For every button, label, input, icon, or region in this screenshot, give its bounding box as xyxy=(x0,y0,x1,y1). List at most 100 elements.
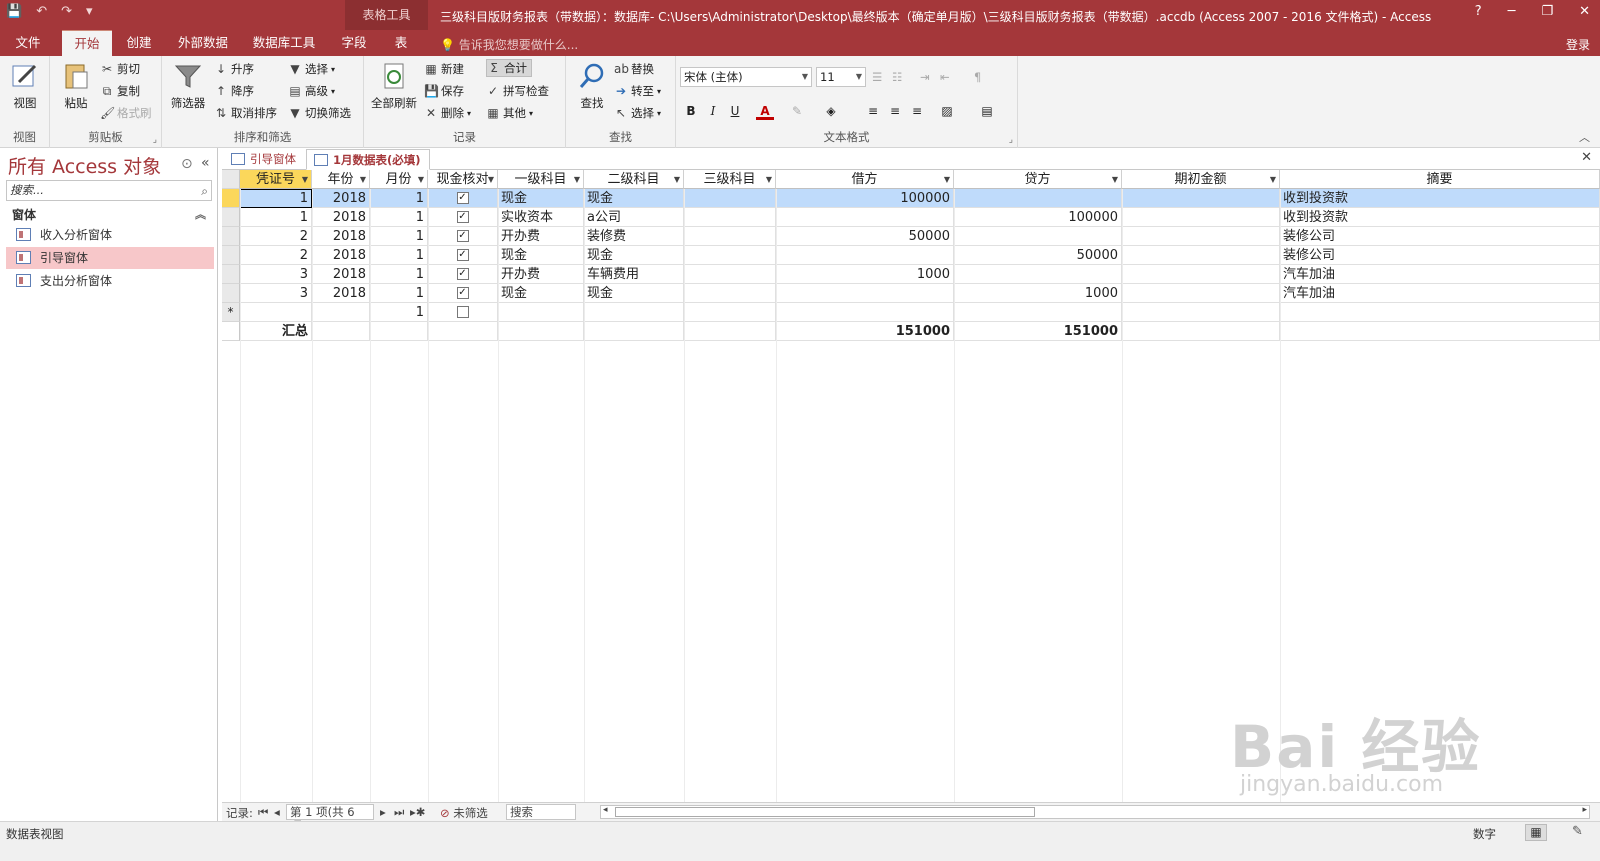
scrollbar-thumb[interactable] xyxy=(615,807,1035,817)
table-cell[interactable]: 收到投资款 xyxy=(1280,208,1600,227)
table-cell[interactable]: 1 xyxy=(370,284,428,303)
table-cell[interactable] xyxy=(498,303,584,322)
table-cell[interactable] xyxy=(1122,303,1280,322)
table-cell[interactable]: 1 xyxy=(370,246,428,265)
doc-tab-guide-form[interactable]: 引导窗体 xyxy=(224,149,304,170)
refresh-all-button[interactable]: 全部刷新 xyxy=(370,60,418,111)
scroll-right-icon[interactable]: ▸ xyxy=(1582,805,1587,815)
table-cell[interactable] xyxy=(1122,284,1280,303)
save-record-button[interactable]: 💾 保存 xyxy=(424,82,464,100)
table-cell[interactable]: 实收资本 xyxy=(498,208,584,227)
nav-collapse-icon[interactable]: « xyxy=(201,155,210,171)
last-record-icon[interactable]: ⏭ xyxy=(394,805,404,820)
checked-checkbox[interactable]: ✓ xyxy=(456,229,469,242)
checkbox[interactable] xyxy=(456,305,469,318)
table-cell[interactable]: 装修公司 xyxy=(1280,246,1600,265)
doc-tab-january-table[interactable]: 1月数据表(必填) xyxy=(306,149,430,170)
table-cell[interactable] xyxy=(1122,246,1280,265)
table-cell[interactable] xyxy=(954,227,1122,246)
nav-search-input[interactable]: 搜索... ⌕ xyxy=(6,180,212,201)
table-cell[interactable] xyxy=(776,208,954,227)
row-selector[interactable] xyxy=(222,227,240,246)
sort-ascending-button[interactable]: ↓ 升序 xyxy=(214,60,254,78)
nav-group-forms[interactable]: 窗体 ︽ xyxy=(6,206,212,224)
table-cell[interactable] xyxy=(684,227,776,246)
table-cell[interactable] xyxy=(584,303,684,322)
table-cell[interactable]: a公司 xyxy=(584,208,684,227)
chevron-down-icon[interactable]: ▼ xyxy=(488,170,494,188)
tab-table[interactable]: 表 xyxy=(384,30,418,56)
table-cell[interactable] xyxy=(684,246,776,265)
table-cell[interactable] xyxy=(1280,303,1600,322)
tab-home[interactable]: 开始 xyxy=(62,30,112,56)
numbering-icon[interactable]: ☷ xyxy=(892,68,902,86)
chevron-down-icon[interactable]: ▼ xyxy=(1270,170,1276,189)
delete-record-button[interactable]: ✕ 删除 ▾ xyxy=(424,104,471,122)
table-cell[interactable]: 1 xyxy=(370,265,428,284)
chevron-down-icon[interactable]: ▼ xyxy=(360,170,366,189)
table-cell[interactable]: ✓ xyxy=(428,246,498,265)
table-cell[interactable]: 50000 xyxy=(954,246,1122,265)
tab-fields[interactable]: 字段 xyxy=(334,30,374,56)
totals-cell[interactable] xyxy=(1280,322,1600,341)
sign-in-link[interactable]: 登录 xyxy=(1566,36,1590,53)
table-cell[interactable]: 现金 xyxy=(498,189,584,208)
new-row-selector[interactable]: * xyxy=(222,303,240,322)
nav-item-expense-form[interactable]: 支出分析窗体 xyxy=(6,270,214,292)
align-center-icon[interactable]: ≡ xyxy=(886,102,904,120)
table-cell[interactable]: 1 xyxy=(240,208,312,227)
table-cell[interactable]: 车辆费用 xyxy=(584,265,684,284)
new-record-button[interactable]: ▦ 新建 xyxy=(424,60,464,78)
chevron-down-icon[interactable]: ▼ xyxy=(766,170,772,189)
column-header[interactable]: 二级科目 ▼ xyxy=(584,170,684,189)
goto-button[interactable]: ➔ 转至 ▾ xyxy=(614,82,661,100)
restore-button[interactable]: ❐ xyxy=(1541,4,1553,19)
format-painter-button[interactable]: 🖌 格式刷 xyxy=(100,104,152,122)
table-cell[interactable] xyxy=(1122,227,1280,246)
chevron-down-icon[interactable]: ▼ xyxy=(944,170,950,189)
row-selector[interactable] xyxy=(222,246,240,265)
new-record-nav-icon[interactable]: ▸✱ xyxy=(410,805,425,819)
table-cell[interactable]: 装修公司 xyxy=(1280,227,1600,246)
table-cell[interactable]: 汽车加油 xyxy=(1280,284,1600,303)
table-cell[interactable]: 1000 xyxy=(954,284,1122,303)
indent-icon[interactable]: ⇥ xyxy=(920,68,930,86)
italic-button[interactable]: I xyxy=(704,102,722,120)
table-cell[interactable]: ✓ xyxy=(428,189,498,208)
alternate-row-color-icon[interactable]: ▤ xyxy=(978,102,996,120)
fill-color-icon[interactable]: ◈ xyxy=(822,102,840,120)
nav-item-guide-form[interactable]: 引导窗体 xyxy=(6,247,214,269)
redo-icon[interactable]: ↷ xyxy=(61,4,72,19)
table-cell[interactable]: ✓ xyxy=(428,284,498,303)
table-cell[interactable] xyxy=(240,303,312,322)
remove-sort-button[interactable]: ⇅ 取消排序 xyxy=(214,104,277,122)
dialog-launcher-icon[interactable]: ⌟ xyxy=(153,135,157,145)
font-dropdown[interactable]: 宋体 (主体) ▼ xyxy=(680,67,812,87)
nav-menu-icon[interactable]: ⊙ xyxy=(181,156,193,172)
table-cell[interactable]: 现金 xyxy=(498,246,584,265)
chevron-down-icon[interactable]: ▼ xyxy=(674,170,680,189)
row-selector[interactable] xyxy=(222,208,240,227)
find-button[interactable]: 查找 xyxy=(570,60,614,111)
table-cell[interactable] xyxy=(1122,265,1280,284)
sort-descending-button[interactable]: ↑ 降序 xyxy=(214,82,254,100)
gridlines-icon[interactable]: ▨ xyxy=(938,102,956,120)
record-search-input[interactable]: 搜索 xyxy=(506,804,576,820)
tab-database-tools[interactable]: 数据库工具 xyxy=(246,30,322,56)
totals-cell[interactable] xyxy=(584,322,684,341)
row-selector[interactable] xyxy=(222,265,240,284)
totals-button[interactable]: Σ 合计 xyxy=(486,59,532,77)
table-cell[interactable]: 2018 xyxy=(312,189,370,208)
totals-cell[interactable] xyxy=(1122,322,1280,341)
checked-checkbox[interactable]: ✓ xyxy=(456,210,469,223)
underline-button[interactable]: U xyxy=(726,102,744,120)
table-cell[interactable] xyxy=(954,265,1122,284)
previous-record-icon[interactable]: ◂ xyxy=(274,805,280,819)
first-record-icon[interactable]: ⏮ xyxy=(258,805,268,820)
table-cell[interactable]: 2018 xyxy=(312,246,370,265)
column-header[interactable]: 凭证号 ▼ xyxy=(240,170,312,189)
table-cell[interactable]: 1 xyxy=(240,189,312,208)
table-cell[interactable] xyxy=(776,303,954,322)
table-cell[interactable]: 100000 xyxy=(776,189,954,208)
scroll-left-icon[interactable]: ◂ xyxy=(603,805,608,815)
